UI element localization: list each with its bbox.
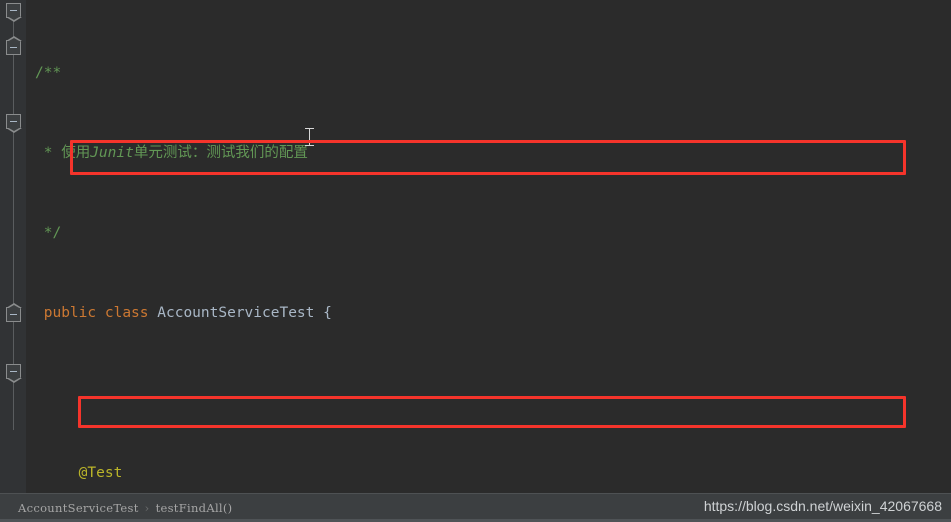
code-line-4: public class AccountServiceTest { [27,303,951,323]
fold-marker-javadoc-start[interactable] [6,3,22,22]
breadcrumb-method[interactable]: testFindAll() [156,501,233,515]
breadcrumb-separator-icon: › [144,501,150,515]
code-line-1: /** [27,63,951,83]
idea-editor-window: /** * 使用Junit单元测试：测试我们的配置 */ public clas… [0,0,951,522]
code-line-3: */ [27,223,951,243]
watermark-url: https://blog.csdn.net/weixin_42067668 [703,498,942,514]
breadcrumb[interactable]: AccountServiceTest › testFindAll() [18,501,232,515]
token-annotation-test: @Test [78,465,123,481]
code-text-area[interactable]: /** * 使用Junit单元测试：测试我们的配置 */ public clas… [27,0,951,493]
token-javadoc-star: * [35,145,62,161]
code-line-6: @Test [27,463,951,483]
token-javadoc-close: */ [35,225,62,241]
token-javadoc-open: /** [35,65,62,81]
token-javadoc-italic: Junit [90,145,134,161]
token-kw-public: public [43,305,97,321]
breadcrumb-class[interactable]: AccountServiceTest [18,501,139,515]
fold-marker-javadoc-end[interactable] [6,36,22,55]
code-line-2: * 使用Junit单元测试：测试我们的配置 [27,143,951,163]
fold-marker-testfindall-end[interactable] [6,303,22,322]
editor-gutter[interactable] [0,0,27,493]
fold-marker-testfindall-start[interactable] [6,114,22,133]
token-javadoc-rest: 单元测试：测试我们的配置 [133,145,308,161]
token-kw-class: class [104,305,149,321]
token-brace-open: { [323,305,332,321]
token-class-name: AccountServiceTest [157,305,315,321]
status-bar: AccountServiceTest › testFindAll() https:/… [0,493,951,522]
token-javadoc-text: 使用 [61,145,91,161]
fold-marker-testfindone-start[interactable] [6,364,22,383]
